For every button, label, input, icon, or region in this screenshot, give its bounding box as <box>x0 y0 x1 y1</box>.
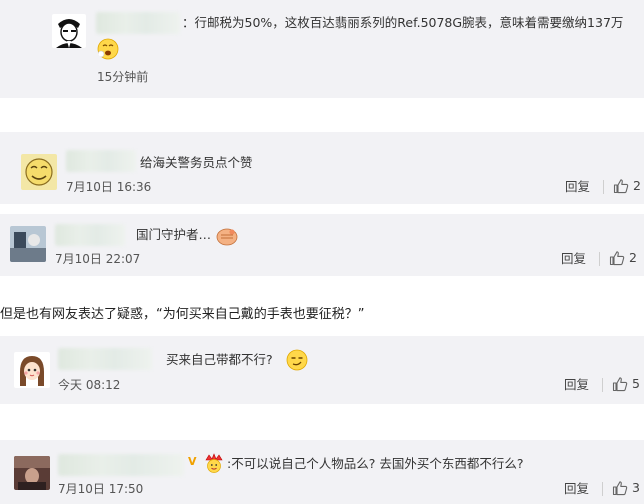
comment-card: 买来自己带都不行? 今天 08:12 回复 5 <box>0 336 644 404</box>
blurred-username[interactable] <box>96 12 180 34</box>
cartoon-man-avatar[interactable] <box>52 14 86 48</box>
reply-button[interactable]: 回复 <box>561 251 586 267</box>
comment-card: V :不可以说自己个人物品么? 去国外买个东西都不行么? 7月10日 17:50… <box>0 440 644 504</box>
thumbs-up-icon <box>613 179 629 194</box>
like-button[interactable]: 2 <box>613 178 641 194</box>
thumbs-up-icon <box>609 251 625 266</box>
divider <box>603 180 604 194</box>
comment-card: 国门守护者… 7月10日 22:07 回复 2 <box>0 214 644 276</box>
reply-button[interactable]: 回复 <box>564 377 589 393</box>
fist-salute-icon <box>216 228 238 246</box>
divider <box>599 252 600 266</box>
comment-card: ：行邮税为50%，这枚百达翡丽系列的Ref.5078G腕表，意味着需要缴纳137… <box>0 0 644 98</box>
comment-card: 给海关警务员点个赞 7月10日 16:36 回复 2 <box>0 132 644 204</box>
smirk-face-icon <box>286 349 308 371</box>
blurred-username[interactable] <box>58 454 184 476</box>
comment-time: 今天 08:12 <box>58 378 121 392</box>
comment-time: 7月10日 17:50 <box>58 482 144 496</box>
photo-avatar[interactable] <box>10 226 46 262</box>
comment-text: ：行邮税为50%，这枚百达翡丽系列的Ref.5078G腕表，意味着需要缴纳137… <box>182 15 624 30</box>
like-count: 3 <box>632 480 640 495</box>
verified-badge: V <box>188 455 197 468</box>
yawn-face-icon <box>97 38 119 60</box>
comment-time: 7月10日 22:07 <box>55 252 141 266</box>
thumbs-up-icon <box>612 481 628 496</box>
comment-text: 给海关警务员点个赞 <box>140 155 253 170</box>
like-button[interactable]: 2 <box>609 250 637 266</box>
like-button[interactable]: 5 <box>612 376 640 392</box>
like-count: 5 <box>632 376 640 391</box>
reply-button[interactable]: 回复 <box>564 481 589 497</box>
thumbs-up-icon <box>612 377 628 392</box>
article-text: 但是也有网友表达了疑惑，“为何买来自己戴的手表也要征税？” <box>0 307 365 322</box>
yellow-doodle-avatar[interactable] <box>21 154 57 190</box>
like-count: 2 <box>629 250 637 265</box>
dark-photo-avatar[interactable] <box>14 456 50 490</box>
crown-face-icon <box>205 453 223 473</box>
comment-text: 国门守护者… <box>136 227 212 242</box>
divider <box>602 378 603 392</box>
comment-time: 15分钟前 <box>97 70 149 84</box>
like-button[interactable]: 3 <box>612 480 640 496</box>
comment-time: 7月10日 16:36 <box>66 180 152 194</box>
blurred-username[interactable] <box>58 348 152 370</box>
comment-text: 买来自己带都不行? <box>166 352 273 367</box>
cartoon-girl-avatar[interactable] <box>14 352 50 388</box>
reply-button[interactable]: 回复 <box>565 179 590 195</box>
blurred-username[interactable] <box>66 150 136 172</box>
blurred-username[interactable] <box>55 224 125 246</box>
divider <box>602 482 603 496</box>
comment-text: :不可以说自己个人物品么? 去国外买个东西都不行么? <box>227 456 524 471</box>
like-count: 2 <box>633 178 641 193</box>
